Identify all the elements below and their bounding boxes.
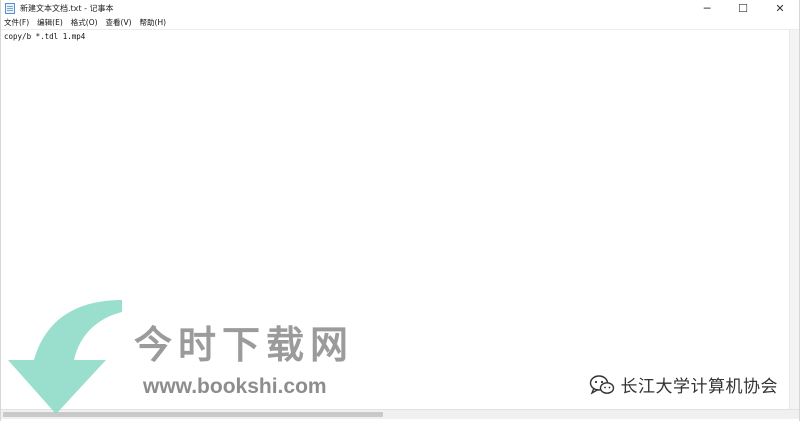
editor-content: copy/b *.tdl 1.mp4 [4,32,86,41]
menu-view[interactable]: 查看(V) [102,16,136,29]
watermark-url: www.bookshi.com [143,375,327,398]
wechat-account-name: 长江大学计算机协会 [620,377,778,397]
menu-format[interactable]: 格式(O) [67,16,102,29]
close-button[interactable]: ✕ [761,0,799,16]
wechat-badge: 长江大学计算机协会 [589,372,779,397]
maximize-button[interactable]: ☐ [725,0,761,16]
window-title: 新建文本文档.txt - 记事本 [20,3,114,13]
window-controls: ─ ☐ ✕ [689,0,799,16]
notepad-app-icon[interactable] [5,2,15,14]
menu-edit[interactable]: 编辑(E) [33,16,67,29]
wechat-icon [589,374,614,395]
title-bar[interactable]: 新建文本文档.txt - 记事本 ─ ☐ ✕ [1,0,799,16]
menu-help[interactable]: 帮助(H) [136,16,171,29]
menu-file[interactable]: 文件(F) [1,16,33,29]
menu-bar: 文件(F) 编辑(E) 格式(O) 查看(V) 帮助(H) [1,16,799,29]
vertical-scrollbar[interactable] [789,30,799,409]
minimize-button[interactable]: ─ [689,0,725,16]
down-arrow-icon [8,300,122,414]
watermark-brand: 今时下载网 [134,322,355,367]
